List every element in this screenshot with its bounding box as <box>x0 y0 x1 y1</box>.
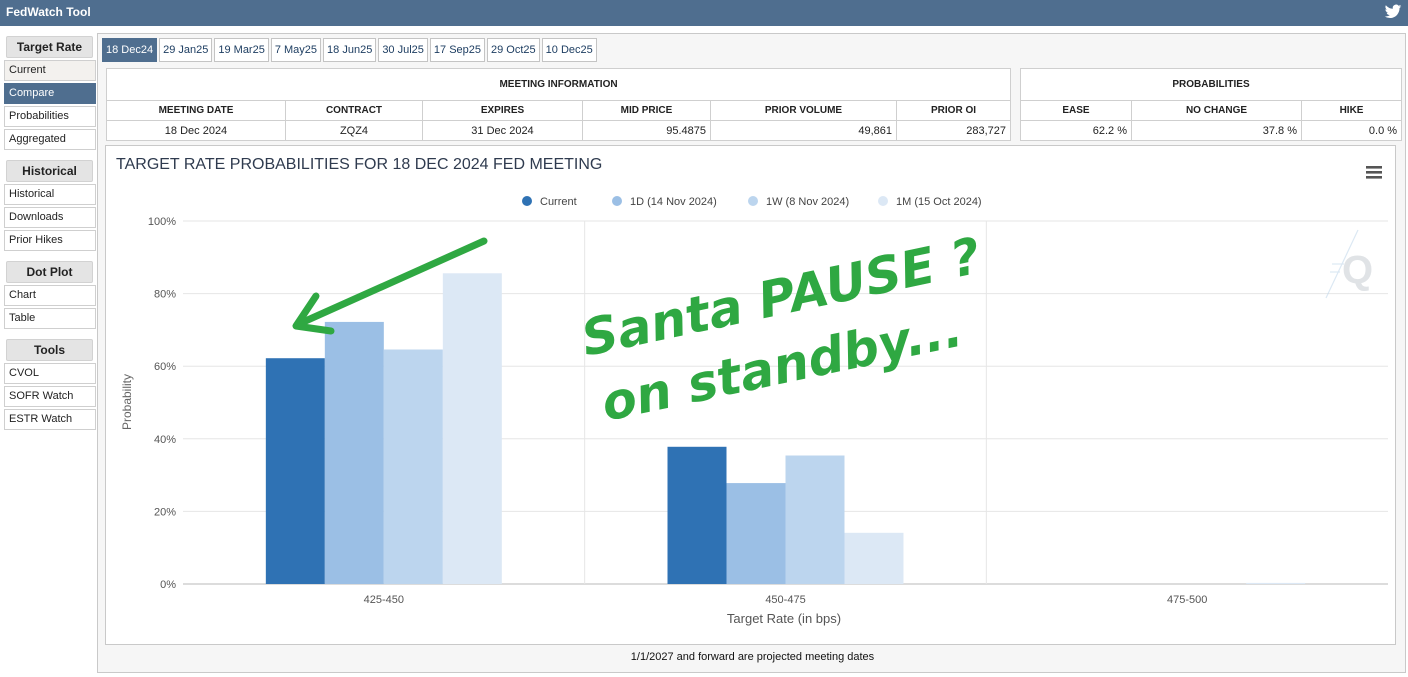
legend-marker[interactable] <box>522 196 532 206</box>
legend-marker[interactable] <box>612 196 622 206</box>
y-tick-label: 20% <box>154 506 176 518</box>
legend-label[interactable]: 1M (15 Oct 2024) <box>896 196 982 208</box>
main-panel: 18 Dec24 29 Jan25 19 Mar25 7 May25 18 Ju… <box>97 33 1406 673</box>
meeting-info-table: MEETING INFORMATION MEETING DATE CONTRAC… <box>105 68 1012 141</box>
bar-475-500-series-3[interactable] <box>1246 582 1306 584</box>
sidebar-item-historical[interactable]: Historical <box>4 184 96 205</box>
sidebar-item-current[interactable]: Current <box>4 60 96 81</box>
legend-marker[interactable] <box>878 196 888 206</box>
sidebar-item-prior-hikes[interactable]: Prior Hikes <box>4 230 96 251</box>
sidebar-item-cvol[interactable]: CVOL <box>4 363 96 384</box>
legend-marker[interactable] <box>748 196 758 206</box>
sidebar-item-probabilities[interactable]: Probabilities <box>4 106 96 127</box>
sidebar-section-target-rate: Target Rate Current Compare Probabilitie… <box>4 36 97 150</box>
probabilities-heading: PROBABILITIES <box>1019 68 1403 101</box>
bar-425-450-series-2[interactable] <box>383 349 443 584</box>
y-axis-label: Probability <box>120 374 134 430</box>
bar-450-475-series-2[interactable] <box>785 455 845 584</box>
tab-7-may25[interactable]: 7 May25 <box>270 38 322 62</box>
hike-value: 0.0 % <box>1300 120 1403 141</box>
col-header-contract: CONTRACT <box>285 100 423 121</box>
x-tick-label: 450-475 <box>765 594 805 606</box>
app-title: FedWatch Tool <box>6 5 91 19</box>
meeting-tabs: 18 Dec24 29 Jan25 19 Mar25 7 May25 18 Ju… <box>102 38 599 62</box>
x-axis-label: Target Rate (in bps) <box>727 611 841 626</box>
y-tick-label: 80% <box>154 289 176 301</box>
probabilities-table: PROBABILITIES EASE NO CHANGE HIKE 62.2 %… <box>1019 68 1403 141</box>
chart-container: TARGET RATE PROBABILITIES FOR 18 DEC 202… <box>105 145 1396 645</box>
sidebar-item-sofr-watch[interactable]: SOFR Watch <box>4 386 96 407</box>
prior-volume-value: 49,861 <box>710 120 897 141</box>
tab-29-jan25[interactable]: 29 Jan25 <box>159 38 213 62</box>
legend-label[interactable]: 1W (8 Nov 2024) <box>766 196 849 208</box>
sidebar-item-aggregated[interactable]: Aggregated <box>4 129 96 150</box>
tab-19-mar25[interactable]: 19 Mar25 <box>214 38 269 62</box>
col-header-hike: HIKE <box>1300 100 1403 121</box>
tab-17-sep25[interactable]: 17 Sep25 <box>429 38 486 62</box>
bar-450-475-series-0[interactable] <box>667 446 727 584</box>
sidebar-heading-target-rate: Target Rate <box>6 36 93 58</box>
sidebar-item-chart[interactable]: Chart <box>4 285 96 306</box>
sidebar-heading-dot-plot: Dot Plot <box>6 261 93 283</box>
sidebar-heading-tools: Tools <box>6 339 93 361</box>
col-header-expires: EXPIRES <box>422 100 583 121</box>
sidebar-item-compare[interactable]: Compare <box>4 83 96 104</box>
x-axis-ticks: 425-450 450-475 475-500 <box>364 594 1208 606</box>
y-tick-label: 40% <box>154 434 176 446</box>
sidebar: Target Rate Current Compare Probabilitie… <box>4 36 97 432</box>
title-bar: FedWatch Tool <box>0 0 1408 26</box>
tab-10-dec25[interactable]: 10 Dec25 <box>541 38 597 62</box>
x-tick-label: 425-450 <box>364 594 404 606</box>
contract-value: ZQZ4 <box>285 120 423 141</box>
y-tick-label: 0% <box>160 579 176 591</box>
chart-title: TARGET RATE PROBABILITIES FOR 18 DEC 202… <box>116 156 602 173</box>
col-header-prior-volume: PRIOR VOLUME <box>710 100 897 121</box>
x-tick-label: 475-500 <box>1167 594 1207 606</box>
col-header-prior-oi: PRIOR OI <box>895 100 1012 121</box>
col-header-ease: EASE <box>1020 100 1132 121</box>
prior-oi-value: 283,727 <box>895 120 1012 141</box>
bar-425-450-series-3[interactable] <box>442 273 502 584</box>
y-axis-ticks: 0% 20% 40% 60% 80% 100% <box>148 216 176 591</box>
meeting-date-value: 18 Dec 2024 <box>106 120 286 141</box>
y-tick-label: 60% <box>154 361 176 373</box>
tab-30-jul25[interactable]: 30 Jul25 <box>378 38 428 62</box>
sidebar-section-tools: Tools CVOL SOFR Watch ESTR Watch <box>4 339 97 430</box>
meeting-info-heading: MEETING INFORMATION <box>105 68 1012 101</box>
twitter-icon[interactable] <box>1384 4 1402 20</box>
ease-value: 62.2 % <box>1020 120 1132 141</box>
chart-legend: Current 1D (14 Nov 2024) 1W (8 Nov 2024) 1M… <box>522 196 982 208</box>
tab-29-oct25[interactable]: 29 Oct25 <box>487 38 540 62</box>
sidebar-item-table[interactable]: Table <box>4 308 96 329</box>
probability-chart: TARGET RATE PROBABILITIES FOR 18 DEC 202… <box>116 156 1388 626</box>
sidebar-item-estr-watch[interactable]: ESTR Watch <box>4 409 96 430</box>
col-header-mid-price: MID PRICE <box>582 100 711 121</box>
bar-450-475-series-1[interactable] <box>726 483 786 584</box>
sidebar-heading-historical: Historical <box>6 160 93 182</box>
watermark-logo: Q <box>1325 229 1373 299</box>
bar-450-475-series-3[interactable] <box>844 532 904 584</box>
col-header-no-change: NO CHANGE <box>1131 100 1302 121</box>
footer-note: 1/1/2027 and forward are projected meeti… <box>630 651 875 663</box>
y-tick-label: 100% <box>148 216 176 228</box>
tab-18-jun25[interactable]: 18 Jun25 <box>323 38 377 62</box>
bar-425-450-series-0[interactable] <box>265 358 325 584</box>
sidebar-section-historical: Historical Historical Downloads Prior Hi… <box>4 160 97 251</box>
sidebar-item-downloads[interactable]: Downloads <box>4 207 96 228</box>
legend-label[interactable]: Current <box>540 196 577 208</box>
bar-425-450-series-1[interactable] <box>324 321 384 584</box>
legend-label[interactable]: 1D (14 Nov 2024) <box>630 196 717 208</box>
tab-18-dec24[interactable]: 18 Dec24 <box>102 38 158 62</box>
expires-value: 31 Dec 2024 <box>422 120 583 141</box>
col-header-meeting-date: MEETING DATE <box>106 100 286 121</box>
no-change-value: 37.8 % <box>1131 120 1302 141</box>
handwritten-annotation: Santa PAUSE ? on standby... <box>576 227 985 433</box>
mid-price-value: 95.4875 <box>582 120 711 141</box>
menu-icon[interactable] <box>1366 166 1382 179</box>
sidebar-section-dot-plot: Dot Plot Chart Table <box>4 261 97 329</box>
